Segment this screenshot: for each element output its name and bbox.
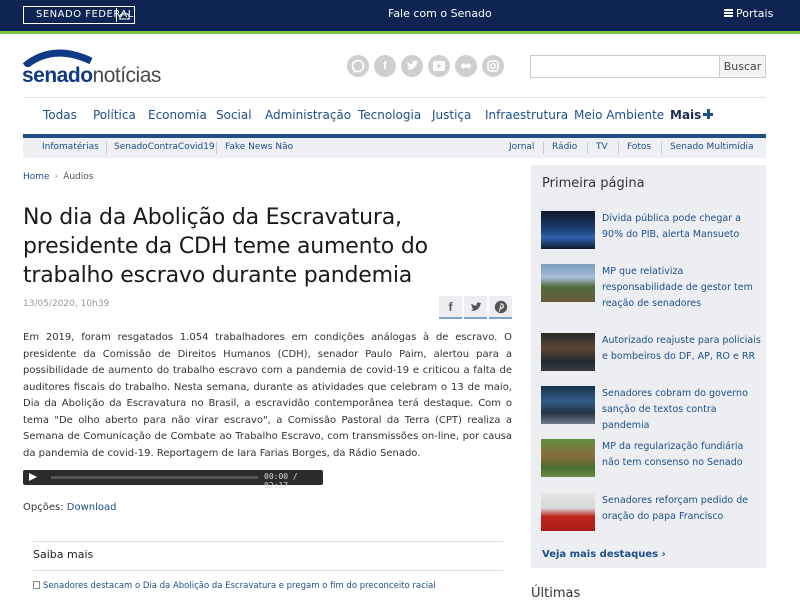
whatsapp-icon[interactable] bbox=[347, 55, 369, 77]
share-pinterest-button[interactable] bbox=[489, 296, 512, 319]
nav-item-administracao[interactable]: Administração bbox=[265, 108, 351, 122]
subnav-infomaterias[interactable]: Infomatérias bbox=[42, 142, 99, 152]
news-thumbnail bbox=[541, 333, 595, 371]
pinterest-icon bbox=[494, 300, 507, 314]
fale-com-o-senado-link[interactable]: Fale com o Senado bbox=[388, 7, 492, 20]
share-twitter-button[interactable] bbox=[464, 296, 487, 319]
nav-item-politica[interactable]: Política bbox=[93, 108, 136, 122]
twitter-icon bbox=[470, 302, 481, 311]
logo-noticias-text: notícias bbox=[92, 64, 162, 87]
portais-menu[interactable]: Portais bbox=[724, 7, 773, 20]
flickr-icon[interactable] bbox=[455, 55, 477, 77]
nav-item-meio-ambiente[interactable]: Meio Ambiente bbox=[574, 108, 664, 122]
opcoes-label: Opções: bbox=[23, 502, 64, 513]
breadcrumb-home[interactable]: Home bbox=[23, 172, 50, 182]
nav-item-social[interactable]: Social bbox=[216, 108, 252, 122]
breadcrumb: Home › Áudios bbox=[23, 172, 93, 182]
subnav-senadocontracovid19[interactable]: SenadoContraCovid19 bbox=[114, 142, 215, 152]
facebook-icon: f bbox=[448, 300, 453, 314]
divider bbox=[33, 541, 503, 542]
subnav-divider bbox=[106, 142, 107, 154]
instagram-icon[interactable] bbox=[482, 55, 504, 77]
nav-item-mais[interactable]: Mais bbox=[670, 108, 714, 122]
divider bbox=[33, 570, 503, 571]
audio-player: 00:00 / 02:17 bbox=[23, 470, 323, 490]
opcoes: Opções: Download bbox=[23, 502, 116, 513]
news-thumbnail bbox=[541, 264, 595, 302]
ultimas-heading: Últimas bbox=[531, 586, 581, 600]
green-accent-line bbox=[0, 31, 800, 34]
plus-icon bbox=[703, 109, 714, 119]
sidebar-news-item[interactable]: Senadores reforçam pedido de oração do p… bbox=[541, 493, 761, 533]
share-facebook-button[interactable]: f bbox=[439, 296, 462, 319]
chevron-right-icon: › bbox=[54, 172, 59, 182]
news-caption: Senadores cobram do governo sanção de te… bbox=[602, 388, 748, 431]
breadcrumb-current: Áudios bbox=[63, 172, 94, 182]
news-caption: Autorizado reajuste para policiais e bom… bbox=[602, 335, 761, 362]
portais-label: Portais bbox=[736, 7, 774, 20]
document-icon bbox=[33, 581, 40, 589]
article-date: 13/05/2020, 10h39 bbox=[23, 299, 110, 309]
nav-item-justica[interactable]: Justiça bbox=[432, 108, 471, 122]
subnav-divider bbox=[543, 142, 544, 154]
subnav-divider bbox=[216, 142, 217, 154]
youtube-icon[interactable] bbox=[428, 55, 450, 77]
sidebar-news-item[interactable]: MP da regularização fundiária não tem co… bbox=[541, 439, 761, 479]
subnav-radio[interactable]: Rádio bbox=[552, 142, 577, 152]
subnav-divider bbox=[587, 142, 588, 154]
hamburger-icon bbox=[724, 9, 733, 17]
veja-mais-destaques-link[interactable]: Veja mais destaques › bbox=[542, 549, 666, 560]
audio-progress-bar[interactable] bbox=[51, 476, 258, 479]
nav-mais-label: Mais bbox=[670, 108, 702, 122]
senado-dome-icon bbox=[116, 8, 132, 22]
nav-item-infraestrutura[interactable]: Infraestrutura bbox=[485, 108, 568, 122]
search-button[interactable]: Buscar bbox=[719, 55, 766, 78]
related-link-label: Senadores destacam o Dia da Abolição da … bbox=[43, 581, 436, 591]
play-icon[interactable] bbox=[29, 473, 37, 481]
subnav-divider bbox=[661, 142, 662, 154]
sidebar-news-item[interactable]: Autorizado reajuste para policiais e bom… bbox=[541, 333, 761, 373]
news-caption: Senadores reforçam pedido de oração do p… bbox=[602, 495, 749, 522]
news-thumbnail bbox=[541, 211, 595, 249]
main-nav: Todas Política Economia Social Administr… bbox=[23, 97, 766, 138]
sidebar-news-item[interactable]: MP que relativiza responsabilidade de ge… bbox=[541, 264, 761, 309]
sidebar-news-item[interactable]: Dívida pública pode chegar a 90% do PIB,… bbox=[541, 211, 761, 251]
sidebar-title: Primeira página bbox=[542, 176, 645, 191]
news-caption: Dívida pública pode chegar a 90% do PIB,… bbox=[602, 213, 741, 240]
news-thumbnail bbox=[541, 386, 595, 424]
download-link[interactable]: Download bbox=[67, 502, 117, 513]
subnav-jornal[interactable]: Jornal bbox=[509, 142, 534, 152]
top-bar: SENADO FEDERAL Fale com o Senado Portais bbox=[0, 0, 800, 31]
sub-nav: Infomatérias SenadoContraCovid19 Fake Ne… bbox=[23, 138, 766, 158]
saiba-mais-heading: Saiba mais bbox=[33, 548, 94, 561]
senado-federal-link[interactable]: SENADO FEDERAL bbox=[23, 6, 135, 24]
logo-senado-text: senado bbox=[22, 64, 93, 87]
subnav-senado-multimidia[interactable]: Senado Multimídia bbox=[670, 142, 754, 152]
subnav-divider bbox=[618, 142, 619, 154]
subnav-fotos[interactable]: Fotos bbox=[627, 142, 651, 152]
facebook-icon[interactable]: f bbox=[374, 55, 396, 77]
twitter-icon[interactable] bbox=[401, 55, 423, 77]
nav-item-economia[interactable]: Economia bbox=[148, 108, 207, 122]
related-link[interactable]: Senadores destacam o Dia da Abolição da … bbox=[33, 581, 436, 591]
news-thumbnail bbox=[541, 439, 595, 477]
news-caption: MP da regularização fundiária não tem co… bbox=[602, 441, 744, 468]
subnav-tv[interactable]: TV bbox=[596, 142, 608, 152]
sidebar-primeira-pagina: Primeira página Dívida pública pode cheg… bbox=[531, 165, 766, 568]
search-input[interactable] bbox=[530, 55, 720, 78]
sidebar-news-item[interactable]: Senadores cobram do governo sanção de te… bbox=[541, 386, 761, 431]
article-title: No dia da Abolição da Escravatura, presi… bbox=[23, 205, 428, 288]
nav-item-tecnologia[interactable]: Tecnologia bbox=[358, 108, 421, 122]
news-thumbnail bbox=[541, 493, 595, 531]
subnav-fake-news-nao[interactable]: Fake News Não bbox=[225, 142, 293, 152]
senado-noticias-logo[interactable]: senadonotícias bbox=[22, 47, 172, 87]
nav-item-todas[interactable]: Todas bbox=[43, 108, 77, 122]
news-caption: MP que relativiza responsabilidade de ge… bbox=[602, 266, 753, 309]
article-body: Em 2019, foram resgatados 1.054 trabalha… bbox=[23, 332, 512, 459]
audio-time: 00:00 / 02:17 bbox=[264, 472, 298, 490]
